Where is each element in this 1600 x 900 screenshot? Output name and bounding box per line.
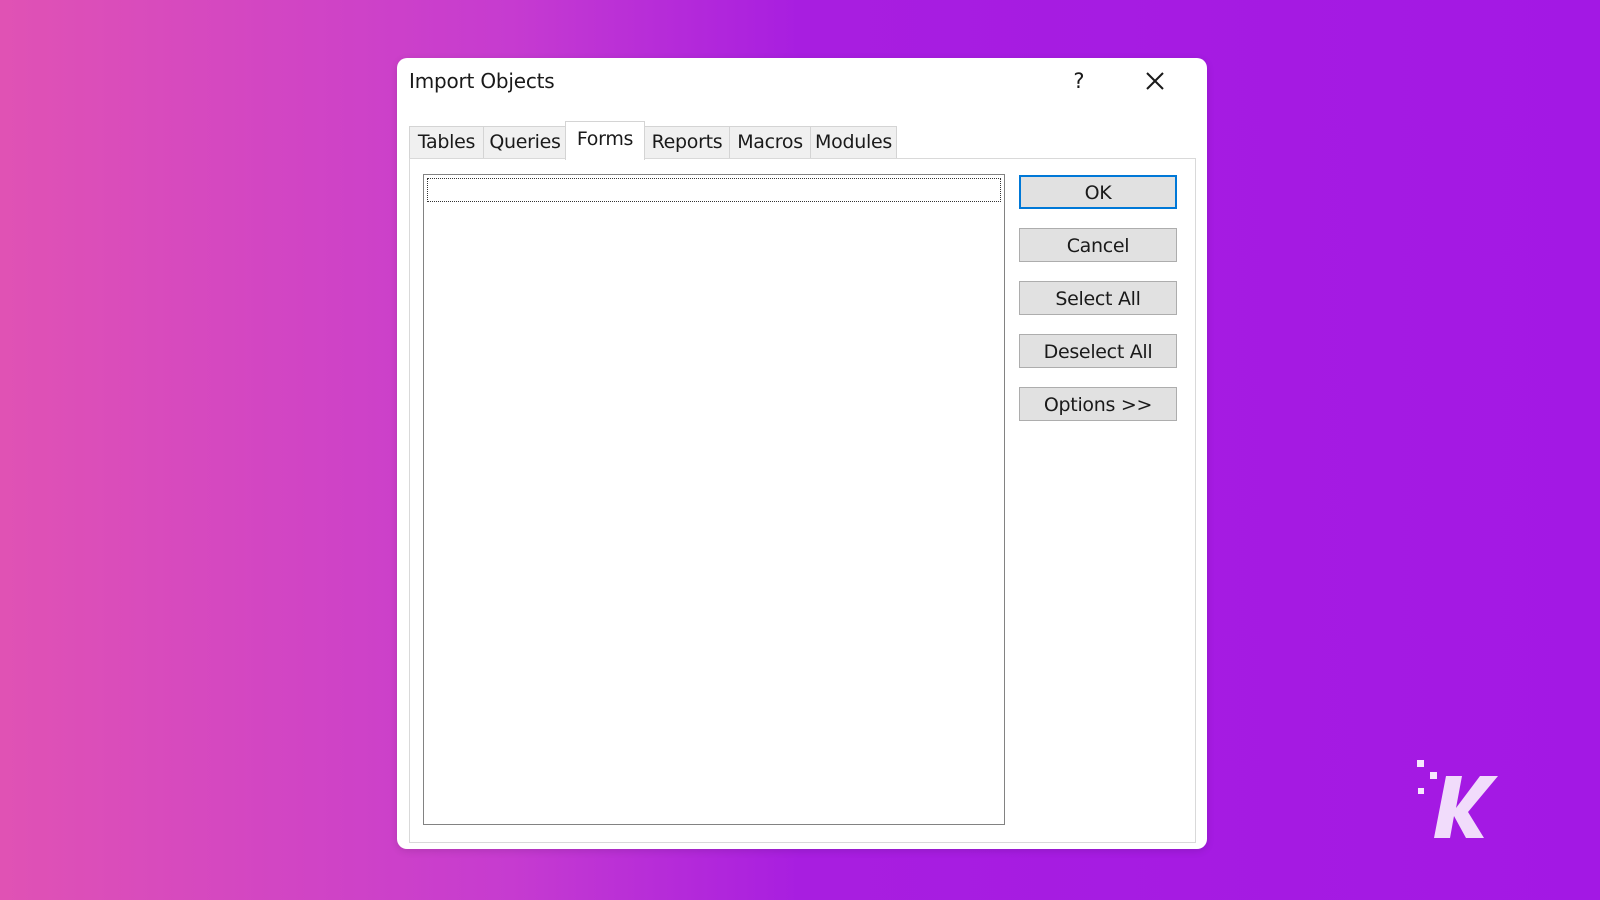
close-icon bbox=[1146, 72, 1164, 90]
tab-macros[interactable]: Macros bbox=[729, 126, 811, 158]
help-button[interactable]: ? bbox=[1065, 66, 1093, 96]
deselect-all-button[interactable]: Deselect All bbox=[1019, 334, 1177, 368]
objects-listbox[interactable] bbox=[423, 174, 1005, 825]
close-button[interactable] bbox=[1140, 66, 1170, 96]
brand-k-logo-icon bbox=[1417, 760, 1498, 838]
dialog-title: Import Objects bbox=[409, 69, 555, 93]
tab-tables[interactable]: Tables bbox=[409, 126, 484, 158]
tab-queries[interactable]: Queries bbox=[483, 126, 567, 158]
options-button[interactable]: Options >> bbox=[1019, 387, 1177, 421]
cancel-button[interactable]: Cancel bbox=[1019, 228, 1177, 262]
import-objects-dialog: Import Objects ? Tables Queries Forms Re… bbox=[397, 58, 1207, 849]
ok-button[interactable]: OK bbox=[1019, 175, 1177, 209]
tab-forms[interactable]: Forms bbox=[565, 121, 645, 160]
select-all-button[interactable]: Select All bbox=[1019, 281, 1177, 315]
tab-modules[interactable]: Modules bbox=[810, 126, 897, 158]
tab-reports[interactable]: Reports bbox=[644, 126, 730, 158]
focus-row[interactable] bbox=[427, 178, 1001, 202]
tab-panel: OK Cancel Select All Deselect All Option… bbox=[409, 158, 1196, 843]
